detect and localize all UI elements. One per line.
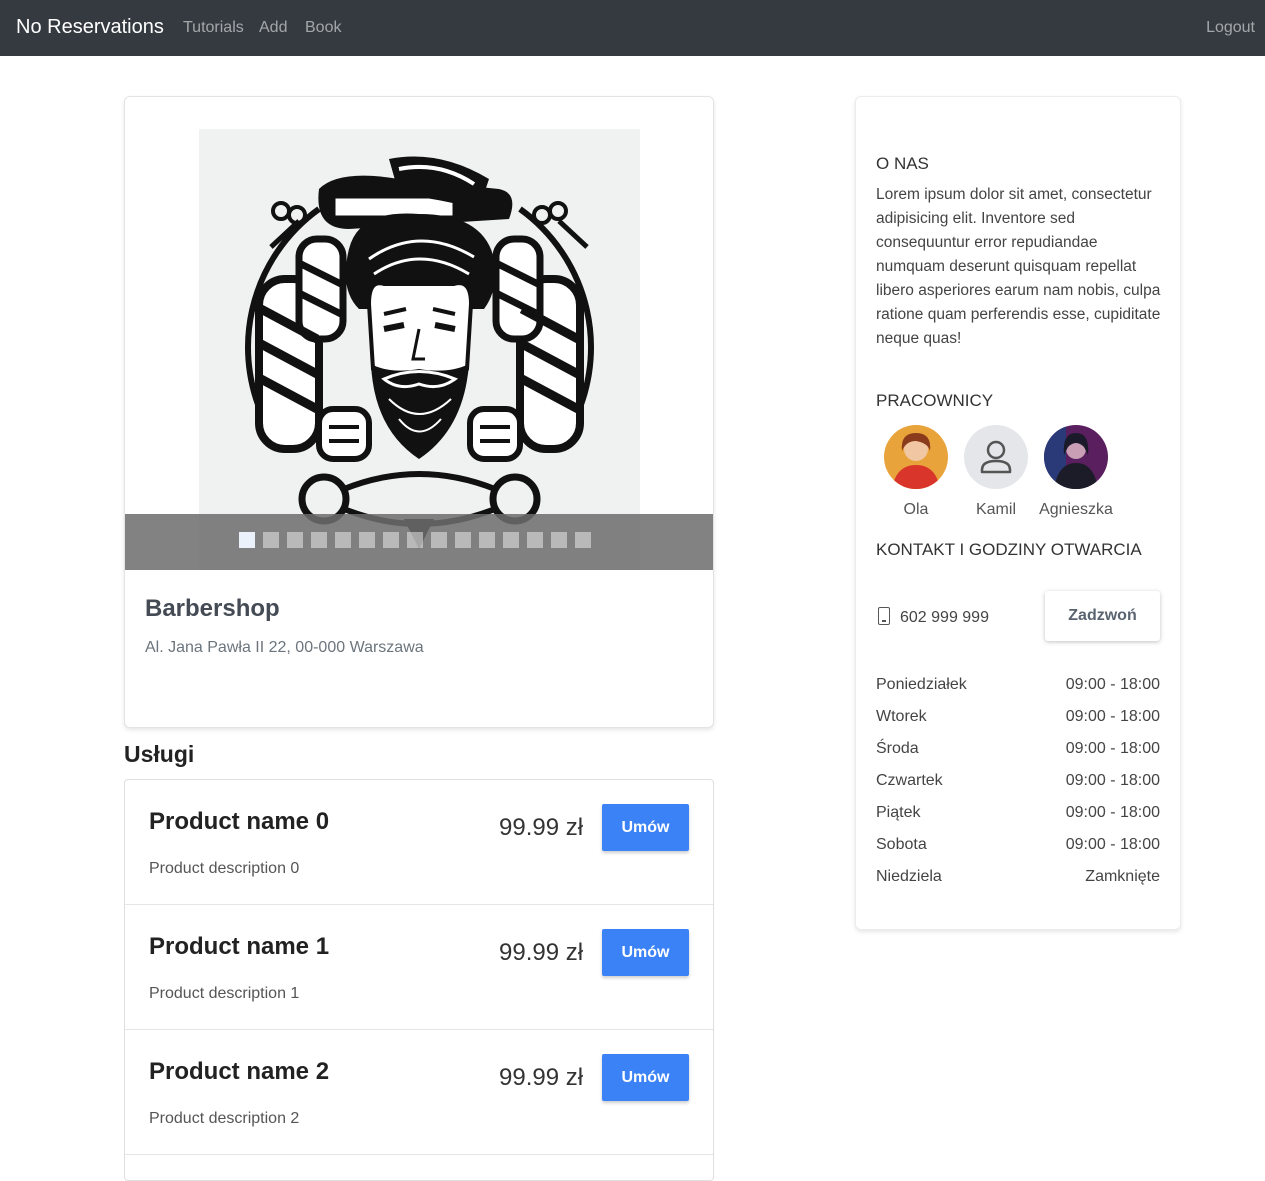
opening-hours: Poniedziałek 09:00 - 18:00 Wtorek 09:00 … (876, 676, 1160, 900)
carousel-indicator[interactable] (287, 532, 303, 548)
shop-card: ‹ › Barbershop Al. Jana Pawła II 22, 00-… (124, 96, 714, 728)
avatar (884, 425, 948, 489)
person-icon (980, 440, 1012, 474)
about-text: Lorem ipsum dolor sit amet, consectetur … (876, 186, 1161, 347)
avatar-photo-ola (884, 425, 948, 489)
hours-time: Zamknięte (1085, 868, 1160, 885)
carousel-indicator-bar (125, 514, 713, 570)
book-service-button[interactable]: Umów (602, 804, 689, 851)
avatar-placeholder (964, 425, 1028, 489)
shop-address: Al. Jana Pawła II 22, 00-000 Warszawa (145, 639, 424, 656)
hours-day: Piątek (876, 804, 921, 821)
contact-heading: KONTAKT I GODZINY OTWARCIA (876, 540, 1142, 559)
carousel-indicators (239, 532, 591, 548)
hours-time: 09:00 - 18:00 (1065, 836, 1160, 853)
carousel-indicator[interactable] (455, 532, 471, 548)
carousel-indicator[interactable] (311, 532, 327, 548)
service-description: Product description 0 (149, 860, 300, 877)
hours-time: 09:00 - 18:00 (1065, 740, 1160, 757)
info-card: O NAS Lorem ipsum dolor sit amet, consec… (855, 96, 1181, 930)
worker-agnieszka[interactable]: Agnieszka (1036, 425, 1116, 525)
service-item: Product name 2 Product description 2 99.… (125, 1030, 713, 1155)
services-heading: Usługi (124, 741, 195, 767)
carousel-indicator[interactable] (575, 532, 591, 548)
service-description: Product description 1 (149, 985, 300, 1002)
avatar-photo-agnieszka (1044, 425, 1108, 489)
carousel-indicator[interactable] (527, 532, 543, 548)
services-list: Product name 0 Product description 0 99.… (124, 779, 714, 1181)
call-button[interactable]: Zadzwoń (1045, 591, 1160, 641)
logout-link[interactable]: Logout (1206, 19, 1255, 37)
carousel-indicator[interactable] (335, 532, 351, 548)
hours-day: Sobota (876, 836, 927, 853)
phone-icon (878, 607, 890, 625)
carousel-indicator[interactable] (383, 532, 399, 548)
worker-name: Ola (903, 501, 929, 518)
carousel-indicator[interactable] (551, 532, 567, 548)
hours-time: 09:00 - 18:00 (1065, 676, 1160, 693)
hours-time: 09:00 - 18:00 (1065, 804, 1160, 821)
hours-day: Wtorek (876, 708, 927, 725)
top-navbar: No Reservations Tutorials Add Book Logou… (0, 0, 1265, 56)
carousel-next-arrow-icon[interactable]: › (669, 367, 691, 397)
service-price: 99.99 zł (499, 1064, 584, 1091)
worker-kamil[interactable]: Kamil (956, 425, 1036, 525)
barbershop-logo-image (199, 129, 640, 570)
worker-name: Agnieszka (1039, 501, 1113, 518)
hours-row: Poniedziałek 09:00 - 18:00 (876, 676, 1160, 708)
workers-list: Ola Kamil Agnieszka (876, 425, 1176, 525)
carousel-indicator[interactable] (503, 532, 519, 548)
worker-name: Kamil (975, 501, 1016, 518)
service-name: Product name 1 (149, 933, 330, 960)
about-heading: O NAS (876, 154, 929, 173)
shop-name: Barbershop (145, 595, 280, 622)
carousel-indicator[interactable] (431, 532, 447, 548)
hours-row: Wtorek 09:00 - 18:00 (876, 708, 1160, 740)
book-service-button[interactable]: Umów (602, 1054, 689, 1101)
avatar (1044, 425, 1108, 489)
service-name: Product name 2 (149, 1058, 330, 1085)
hours-row: Środa 09:00 - 18:00 (876, 740, 1160, 772)
workers-heading: PRACOWNICY (876, 391, 994, 410)
service-price: 99.99 zł (499, 814, 584, 841)
carousel-indicator[interactable] (239, 532, 255, 548)
hours-time: 09:00 - 18:00 (1065, 772, 1160, 789)
image-carousel: ‹ › (125, 97, 713, 570)
carousel-indicator[interactable] (263, 532, 279, 548)
hours-row: Sobota 09:00 - 18:00 (876, 836, 1160, 868)
service-name: Product name 0 (149, 808, 330, 835)
carousel-indicator[interactable] (407, 532, 423, 548)
hours-day: Poniedziałek (876, 676, 967, 693)
brand-link[interactable]: No Reservations (16, 16, 164, 39)
service-item: Product name 1 Product description 1 99.… (125, 905, 713, 1030)
carousel-prev-arrow-icon[interactable]: ‹ (147, 367, 169, 397)
hours-row: Piątek 09:00 - 18:00 (876, 804, 1160, 836)
hours-day: Niedziela (876, 868, 942, 885)
service-description: Product description 2 (149, 1110, 300, 1127)
barber-emblem-illustration (245, 156, 594, 549)
hours-time: 09:00 - 18:00 (1065, 708, 1160, 725)
service-item: Product name 0 Product description 0 99.… (125, 780, 713, 905)
service-price: 99.99 zł (499, 939, 584, 966)
nav-link-book[interactable]: Book (305, 19, 341, 37)
worker-ola[interactable]: Ola (876, 425, 956, 525)
carousel-indicator[interactable] (359, 532, 375, 548)
book-service-button[interactable]: Umów (602, 929, 689, 976)
hours-row: Niedziela Zamknięte (876, 868, 1160, 900)
hours-day: Środa (876, 740, 919, 757)
nav-link-tutorials[interactable]: Tutorials (183, 19, 244, 37)
carousel-indicator[interactable] (479, 532, 495, 548)
hours-day: Czwartek (876, 772, 943, 789)
phone-number: 602 999 999 (900, 609, 989, 626)
nav-link-add[interactable]: Add (259, 19, 287, 37)
hours-row: Czwartek 09:00 - 18:00 (876, 772, 1160, 804)
